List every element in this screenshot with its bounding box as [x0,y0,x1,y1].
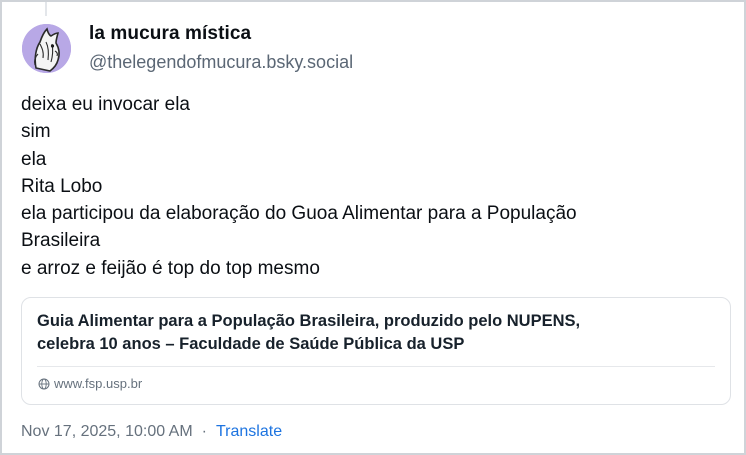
link-card-title-line: celebra 10 anos – Faculdade de Saúde Púb… [37,335,465,353]
post-text: deixa eu invocar ela sim ela Rita Lobo e… [21,91,721,282]
link-card-title: Guia Alimentar para a População Brasilei… [37,310,717,356]
thread-line [45,2,47,16]
post-container: la mucura mística @thelegendofmucura.bsk… [0,0,746,455]
post-text-line: Brasileira [21,230,101,252]
avatar[interactable] [22,24,71,73]
link-card-title-line: Guia Alimentar para a População Brasilei… [37,312,581,330]
translate-link[interactable]: Translate [216,423,282,441]
author-handle[interactable]: @thelegendofmucura.bsky.social [89,49,353,75]
possum-avatar-icon [22,24,71,73]
post-text-line: sim [21,121,51,143]
post-footer: Nov 17, 2025, 10:00 AM · Translate [21,423,282,441]
link-card-divider [37,366,715,367]
post-header: la mucura mística @thelegendofmucura.bsk… [22,22,353,75]
separator-dot: · [201,423,207,440]
link-card-domain-row: www.fsp.usp.br [38,376,142,391]
post-text-line: Rita Lobo [21,175,103,197]
post-text-line: ela [21,148,47,170]
author-names: la mucura mística @thelegendofmucura.bsk… [89,22,353,75]
post-text-line: e arroz e feijão é top do top mesmo [21,257,320,279]
post-text-line: deixa eu invocar ela [21,94,190,115]
globe-icon [38,378,50,390]
link-preview-card[interactable]: Guia Alimentar para a População Brasilei… [21,297,731,405]
post-timestamp[interactable]: Nov 17, 2025, 10:00 AM [21,423,193,441]
link-card-domain: www.fsp.usp.br [54,376,143,391]
post-text-line: ela participou da elaboração do Guoa Ali… [21,203,577,225]
author-display-name[interactable]: la mucura mística [89,22,353,46]
